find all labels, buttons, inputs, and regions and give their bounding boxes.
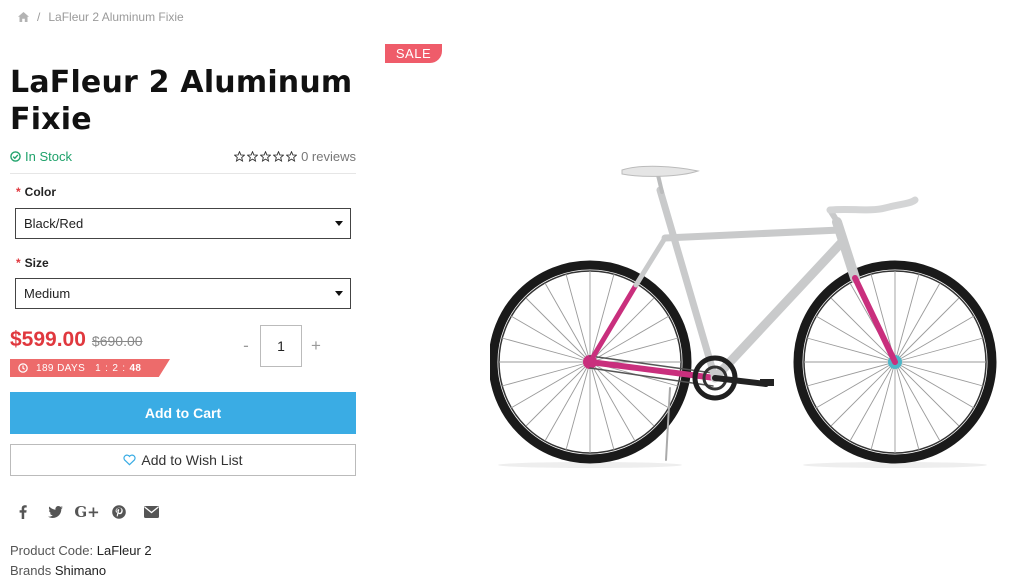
size-option-label: * Size: [16, 256, 49, 270]
color-select[interactable]: Black/Red: [15, 208, 351, 239]
home-icon[interactable]: [18, 12, 29, 22]
star-icon: [286, 150, 298, 162]
brand-value[interactable]: Shimano: [55, 563, 106, 578]
rating[interactable]: 0 reviews: [234, 149, 356, 164]
countdown-colon: :: [122, 362, 126, 374]
countdown-hours: 1: [95, 362, 102, 374]
sale-badge: SALE: [385, 44, 442, 63]
divider: [10, 173, 356, 174]
quantity-decrease-button[interactable]: -: [236, 336, 256, 356]
size-select-value: Medium: [24, 286, 71, 301]
chevron-down-icon: [335, 291, 343, 296]
stock-rating-row: In Stock 0 reviews: [10, 146, 356, 166]
add-to-cart-button[interactable]: Add to Cart: [10, 392, 356, 434]
product-code-row: Product Code: LaFleur 2: [10, 543, 152, 558]
required-marker: *: [16, 256, 21, 270]
stock-status-label: In Stock: [25, 148, 72, 164]
social-share: G+: [14, 503, 160, 521]
countdown-days: 189 DAYS: [36, 362, 86, 374]
product-code-value: LaFleur 2: [96, 543, 152, 558]
color-option-label: * Color: [16, 185, 56, 199]
heart-icon: [123, 454, 137, 466]
wishlist-label: Add to Wish List: [141, 452, 243, 468]
color-select-value: Black/Red: [24, 216, 84, 231]
countdown-minutes: 2: [112, 362, 119, 374]
product-title: LaFleur 2 Aluminum Fixie: [10, 65, 353, 137]
star-icon: [247, 150, 259, 162]
facebook-icon[interactable]: [14, 503, 32, 521]
breadcrumb: / LaFleur 2 Aluminum Fixie: [18, 8, 184, 26]
quantity-input[interactable]: 1: [260, 325, 302, 367]
countdown-colon: :: [105, 362, 109, 374]
quantity-stepper: - 1 +: [236, 325, 326, 367]
star-icon: [260, 150, 272, 162]
stock-status: In Stock: [10, 149, 72, 164]
price-block: $599.00 $690.00: [10, 328, 143, 352]
breadcrumb-current[interactable]: LaFleur 2 Aluminum Fixie: [48, 10, 183, 24]
google-plus-icon[interactable]: G+: [74, 503, 99, 521]
countdown-seconds: 48: [129, 362, 142, 374]
add-to-wishlist-button[interactable]: Add to Wish List: [10, 444, 356, 476]
rating-stars: [234, 150, 298, 162]
check-circle-icon: [10, 150, 21, 162]
required-marker: *: [16, 185, 21, 199]
twitter-icon[interactable]: [46, 503, 64, 521]
old-price: $690.00: [91, 333, 143, 349]
product-info-panel: LaFleur 2 Aluminum Fixie In Stock 0 revi…: [10, 60, 356, 578]
product-image[interactable]: [490, 160, 1000, 470]
email-icon[interactable]: [142, 503, 160, 521]
pinterest-icon[interactable]: [110, 503, 128, 521]
star-icon: [273, 150, 285, 162]
star-icon: [234, 150, 246, 162]
size-label-text: Size: [24, 256, 49, 270]
clock-icon: [18, 363, 28, 373]
chevron-down-icon: [335, 221, 343, 226]
sale-countdown: 189 DAYS 1:2:48: [10, 359, 170, 377]
size-select[interactable]: Medium: [15, 278, 351, 309]
brand-label: Brands: [10, 563, 52, 578]
reviews-count[interactable]: 0 reviews: [301, 149, 356, 164]
brand-row: Brands Shimano: [10, 563, 106, 578]
quantity-increase-button[interactable]: +: [306, 336, 326, 356]
breadcrumb-separator: /: [37, 10, 41, 24]
color-label-text: Color: [24, 185, 57, 199]
current-price: $599.00: [10, 328, 86, 351]
product-code-label: Product Code:: [10, 543, 94, 558]
